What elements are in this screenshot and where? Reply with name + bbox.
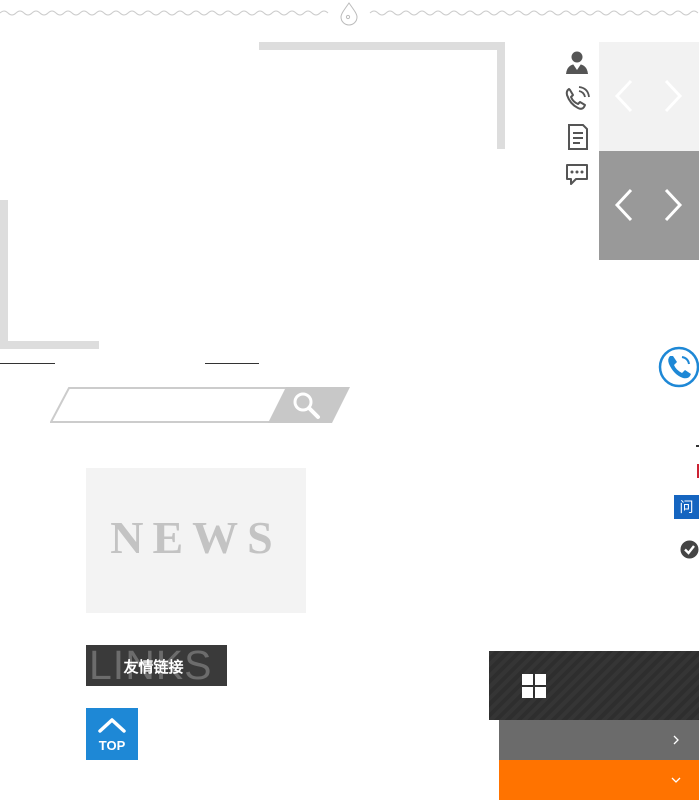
chevron-up-icon — [98, 718, 126, 733]
search-bar — [50, 387, 350, 423]
links-badge-label: 友情链接 — [123, 659, 184, 676]
decorative-bracket-bottom — [0, 200, 99, 349]
back-to-top-label: TOP — [98, 738, 126, 753]
decorative-bracket-top — [259, 42, 505, 149]
links-badge[interactable]: LINKS 友情链接 — [86, 645, 227, 686]
chevron-down-icon — [671, 777, 681, 783]
slide-panel-light — [599, 42, 699, 151]
news-badge: NEWS — [86, 468, 306, 613]
chevron-right-icon — [673, 735, 679, 745]
menu-panel-dark[interactable] — [489, 651, 699, 720]
document-icon[interactable] — [562, 123, 594, 151]
menu-item-gray[interactable] — [499, 720, 699, 760]
person-icon[interactable] — [562, 49, 594, 77]
check-circle-icon — [680, 540, 699, 559]
phone-badge-icon[interactable] — [658, 346, 699, 388]
phone-icon[interactable] — [562, 85, 594, 113]
news-badge-text: NEWS — [110, 512, 282, 563]
search-button[interactable] — [268, 387, 350, 423]
slide-panel-dark — [599, 151, 699, 260]
wave-divider — [0, 2, 699, 26]
next-arrow-icon[interactable] — [662, 187, 684, 223]
prev-arrow-icon[interactable] — [613, 78, 635, 114]
chat-icon[interactable] — [562, 161, 594, 189]
underline-left — [0, 363, 55, 364]
ask-badge[interactable]: 问 — [674, 495, 699, 519]
prev-arrow-icon[interactable] — [613, 187, 635, 223]
menu-item-orange[interactable] — [499, 760, 699, 800]
back-to-top-button[interactable]: TOP — [86, 708, 138, 760]
underline-right — [205, 363, 259, 364]
grid-icon — [522, 674, 546, 698]
next-arrow-icon[interactable] — [662, 78, 684, 114]
